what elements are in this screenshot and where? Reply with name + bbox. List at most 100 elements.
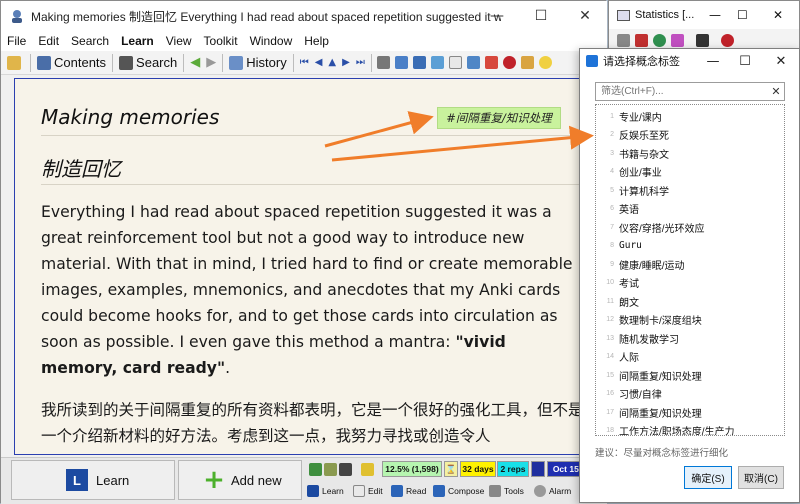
- filter-input[interactable]: [595, 82, 785, 101]
- list-item[interactable]: 9 健康/睡眠/运动: [596, 255, 784, 273]
- list-item[interactable]: 5 计算机科学: [596, 181, 784, 199]
- concept-tag-chip[interactable]: #间隔重复/知识处理: [437, 107, 561, 129]
- stats-calendar-icon[interactable]: [635, 33, 648, 47]
- book-icon[interactable]: [412, 56, 426, 69]
- tag-label: 反娱乐至死: [619, 131, 669, 142]
- up-button[interactable]: ▲: [328, 57, 336, 68]
- tag-number: 18: [606, 427, 614, 434]
- open-button[interactable]: [7, 55, 24, 70]
- next-button[interactable]: ▶: [342, 57, 350, 68]
- element-content[interactable]: Making memories #间隔重复/知识处理 制造回忆 Everythi…: [14, 78, 606, 455]
- mode-tools-tab[interactable]: Tools: [489, 482, 524, 500]
- bulb-icon[interactable]: [538, 56, 552, 69]
- contents-button[interactable]: Contents: [37, 55, 106, 70]
- mode-read-label: Read: [406, 486, 427, 496]
- list-item[interactable]: 4 创业/事业: [596, 163, 784, 181]
- list-item[interactable]: 14 人际: [596, 348, 784, 366]
- list-item[interactable]: 8 Guru: [596, 237, 784, 255]
- last-button[interactable]: ⏭: [356, 57, 365, 68]
- stats-tool-icon-2[interactable]: [324, 463, 337, 476]
- mode-tools-label: Tools: [504, 486, 524, 496]
- prev-button[interactable]: ◀: [315, 57, 323, 68]
- mode-edit-label: Edit: [368, 486, 383, 496]
- paragraph-chinese: 我所读到的关于间隔重复的所有资料都表明，它是一个很好的强化工具，但不是一个介绍新…: [41, 401, 584, 445]
- stats-pie-icon[interactable]: [653, 33, 666, 47]
- tag-number: 17: [606, 408, 614, 416]
- list-item[interactable]: 3 书籍与杂文: [596, 144, 784, 162]
- find-icon[interactable]: [376, 56, 390, 69]
- menu-window[interactable]: Window: [244, 34, 299, 48]
- back-button[interactable]: ◀: [190, 55, 200, 70]
- stats-list-icon[interactable]: [617, 33, 630, 47]
- minimize-button[interactable]: —: [475, 1, 519, 31]
- tag-label: 习惯/自律: [619, 390, 662, 401]
- history-button[interactable]: History: [229, 55, 287, 70]
- stats-tool-icon-3[interactable]: [339, 463, 352, 476]
- list-item[interactable]: 17 间隔重复/知识处理: [596, 403, 784, 421]
- list-item[interactable]: 12 数理制卡/深度组块: [596, 311, 784, 329]
- dialog-minimize-button[interactable]: —: [698, 49, 728, 73]
- stats-help-icon[interactable]: [721, 33, 734, 47]
- menu-toolkit[interactable]: Toolkit: [198, 34, 244, 48]
- stats-chart-icon[interactable]: [671, 33, 684, 47]
- tag-label: 专业/课内: [619, 112, 662, 124]
- close-button[interactable]: ✕: [563, 1, 607, 31]
- person-icon[interactable]: [520, 56, 534, 69]
- stats-book-icon[interactable]: [696, 33, 709, 47]
- dialog-close-button[interactable]: ✕: [766, 49, 796, 73]
- mode-read-tab[interactable]: Read: [391, 482, 426, 500]
- learn-button[interactable]: L Learn: [11, 460, 175, 500]
- tag-label: 英语: [619, 205, 639, 216]
- stats-tool-icon-4[interactable]: [361, 463, 374, 476]
- menu-edit[interactable]: Edit: [32, 34, 65, 48]
- tag-number: 7: [610, 223, 614, 231]
- tag-label: 仪容/穿搭/光环效应: [619, 223, 705, 235]
- calendar-icon[interactable]: [466, 56, 480, 69]
- tag-label: 朗文: [619, 297, 639, 309]
- first-button[interactable]: ⏮: [300, 57, 309, 68]
- list-item[interactable]: 11 朗文: [596, 292, 784, 310]
- clear-filter-icon[interactable]: ✕: [768, 83, 784, 99]
- tree-icon[interactable]: [394, 56, 408, 69]
- list-item[interactable]: 1 专业/课内: [596, 107, 784, 125]
- menu-view[interactable]: View: [160, 34, 198, 48]
- list-item[interactable]: 6 英语: [596, 200, 784, 218]
- binoculars-icon: [119, 55, 134, 70]
- palette-icon[interactable]: [484, 56, 498, 69]
- mode-alarm-tab[interactable]: Alarm: [534, 482, 571, 500]
- maximize-button[interactable]: ☐: [519, 1, 563, 31]
- menu-file[interactable]: File: [1, 34, 32, 48]
- tag-number: 15: [606, 371, 614, 379]
- mode-learn-tab[interactable]: Learn: [307, 482, 344, 500]
- mode-edit-tab[interactable]: Edit: [353, 482, 383, 500]
- stats-tool-icon-1[interactable]: [309, 463, 322, 476]
- tag-number: 13: [606, 334, 614, 342]
- help-icon[interactable]: [502, 56, 516, 69]
- list-item[interactable]: 2 反娱乐至死: [596, 126, 784, 144]
- forward-button[interactable]: ▶: [206, 55, 216, 70]
- menu-learn[interactable]: Learn: [115, 34, 160, 48]
- cancel-button[interactable]: 取消(C): [738, 466, 784, 489]
- dialog-maximize-button[interactable]: ☐: [730, 49, 760, 73]
- mode-compose-tab[interactable]: Compose: [433, 482, 484, 500]
- search-label: Search: [136, 55, 178, 70]
- tag-number: 2: [610, 131, 614, 138]
- list-item[interactable]: 18 工作方法/职场态度/生产力: [596, 422, 784, 435]
- list-item[interactable]: 16 习惯/自律: [596, 385, 784, 403]
- statistics-minimize-button[interactable]: —: [709, 8, 721, 22]
- list-item[interactable]: 7 仪容/穿搭/光环效应: [596, 218, 784, 236]
- menu-search[interactable]: Search: [65, 34, 115, 48]
- hourglass-icon: ⌛: [444, 461, 458, 477]
- list-item[interactable]: 13 随机发散学习: [596, 329, 784, 347]
- statistics-close-button[interactable]: ✕: [773, 8, 783, 22]
- ok-button[interactable]: 确定(S): [684, 466, 732, 489]
- add-new-button[interactable]: + Add new: [178, 460, 302, 500]
- search-button[interactable]: Search: [119, 55, 177, 70]
- picture-icon[interactable]: [430, 56, 444, 69]
- tag-number: 5: [610, 186, 614, 194]
- list-item[interactable]: 15 间隔重复/知识处理: [596, 366, 784, 384]
- menu-help[interactable]: Help: [298, 34, 335, 48]
- statistics-maximize-button[interactable]: ☐: [737, 8, 748, 22]
- list-item[interactable]: 10 考试: [596, 274, 784, 292]
- mail-icon[interactable]: [448, 56, 462, 69]
